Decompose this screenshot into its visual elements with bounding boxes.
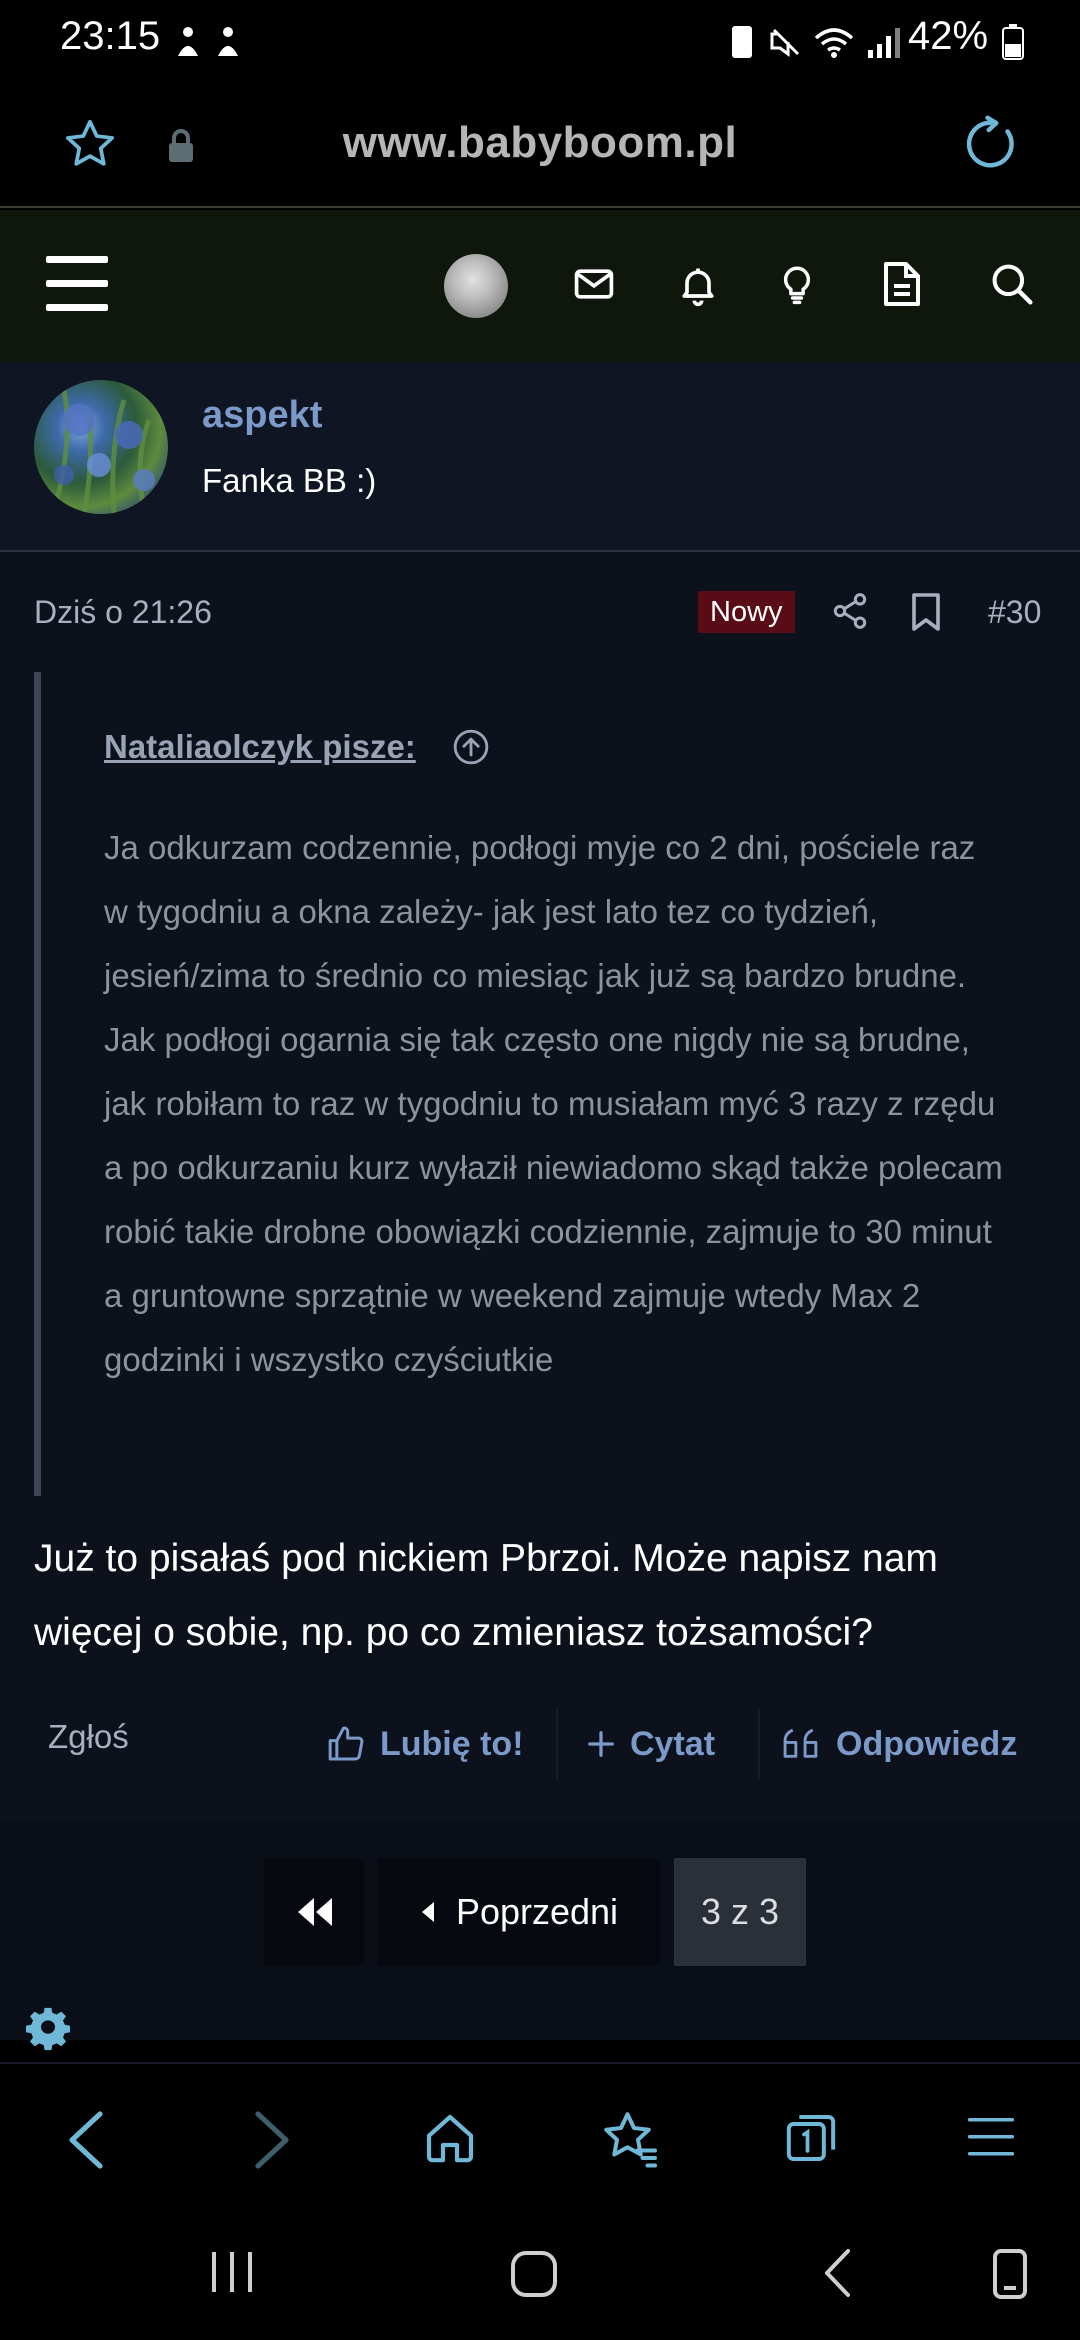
previous-label: Poprzedni bbox=[455, 1891, 619, 1932]
tabs-icon[interactable] bbox=[782, 2110, 840, 2166]
bell-icon[interactable] bbox=[676, 262, 720, 308]
reload-icon[interactable] bbox=[960, 114, 1020, 174]
previous-page-button[interactable]: Poprzedni bbox=[378, 1858, 660, 1966]
home-button-icon[interactable] bbox=[510, 2250, 558, 2298]
first-page-button[interactable] bbox=[264, 1858, 364, 1966]
browser-menu-icon[interactable] bbox=[968, 2114, 1014, 2160]
plus-icon bbox=[586, 1729, 616, 1759]
quote-marks-icon bbox=[782, 1726, 822, 1762]
author-name[interactable]: aspekt bbox=[202, 394, 322, 437]
system-back-icon[interactable] bbox=[822, 2248, 852, 2298]
share-icon[interactable] bbox=[830, 590, 870, 632]
report-button[interactable]: Zgłoś bbox=[48, 1718, 129, 1756]
action-separator bbox=[758, 1708, 760, 1780]
post-number[interactable]: #30 bbox=[988, 594, 1041, 631]
screen-keyboard-icon[interactable] bbox=[992, 2248, 1028, 2300]
battery-percent: 42% bbox=[908, 14, 989, 58]
hamburger-menu-icon[interactable] bbox=[46, 256, 108, 312]
bookmark-icon[interactable] bbox=[910, 592, 942, 632]
like-label: Lubię to! bbox=[380, 1724, 524, 1763]
search-icon[interactable] bbox=[990, 262, 1034, 306]
quote-button[interactable]: Cytat bbox=[586, 1706, 715, 1782]
action-separator bbox=[556, 1708, 558, 1780]
thumbs-up-icon bbox=[326, 1724, 366, 1764]
status-icons bbox=[728, 20, 918, 69]
user-avatar[interactable] bbox=[444, 254, 508, 318]
document-icon[interactable] bbox=[882, 260, 922, 308]
recent-apps-icon[interactable] bbox=[210, 2250, 256, 2294]
lightbulb-icon[interactable] bbox=[776, 260, 818, 308]
author-title: Fanka BB :) bbox=[202, 462, 377, 499]
browser-toolbar bbox=[0, 2068, 1080, 2218]
double-chevron-left-icon bbox=[294, 1896, 334, 1928]
quote-text: Ja odkurzam codzennie, podłogi myje co 2… bbox=[104, 829, 1003, 1378]
home-icon[interactable] bbox=[422, 2110, 478, 2166]
notification-icons bbox=[170, 22, 250, 67]
reply-label: Odpowiedz bbox=[836, 1724, 1018, 1763]
settings-area bbox=[0, 2000, 1080, 2064]
status-time: 23:15 bbox=[60, 14, 161, 58]
arrow-up-circle-icon[interactable] bbox=[452, 728, 490, 766]
bookmarks-star-icon[interactable] bbox=[600, 2108, 660, 2168]
post-date[interactable]: Dziś o 21:26 bbox=[34, 594, 212, 631]
post-body: Już to pisałaś pod nickiem Pbrzoi. Może … bbox=[34, 1537, 938, 1654]
new-badge: Nowy bbox=[698, 591, 795, 633]
author-avatar[interactable] bbox=[34, 380, 168, 514]
quote-label: Cytat bbox=[630, 1724, 716, 1763]
back-arrow-icon[interactable] bbox=[66, 2110, 106, 2170]
battery-icon bbox=[1002, 24, 1024, 65]
gear-icon[interactable] bbox=[24, 2006, 72, 2054]
caret-left-icon bbox=[420, 1900, 436, 1924]
like-button[interactable]: Lubię to! bbox=[326, 1706, 524, 1782]
mail-icon[interactable] bbox=[572, 262, 616, 306]
reply-button[interactable]: Odpowiedz bbox=[782, 1706, 1017, 1782]
current-page-indicator[interactable]: 3 z 3 bbox=[674, 1858, 806, 1966]
forward-arrow-icon[interactable] bbox=[252, 2110, 292, 2170]
quote-author[interactable]: Nataliaolczyk pisze: bbox=[104, 728, 416, 766]
url-text[interactable]: www.babyboom.pl bbox=[0, 118, 1080, 168]
